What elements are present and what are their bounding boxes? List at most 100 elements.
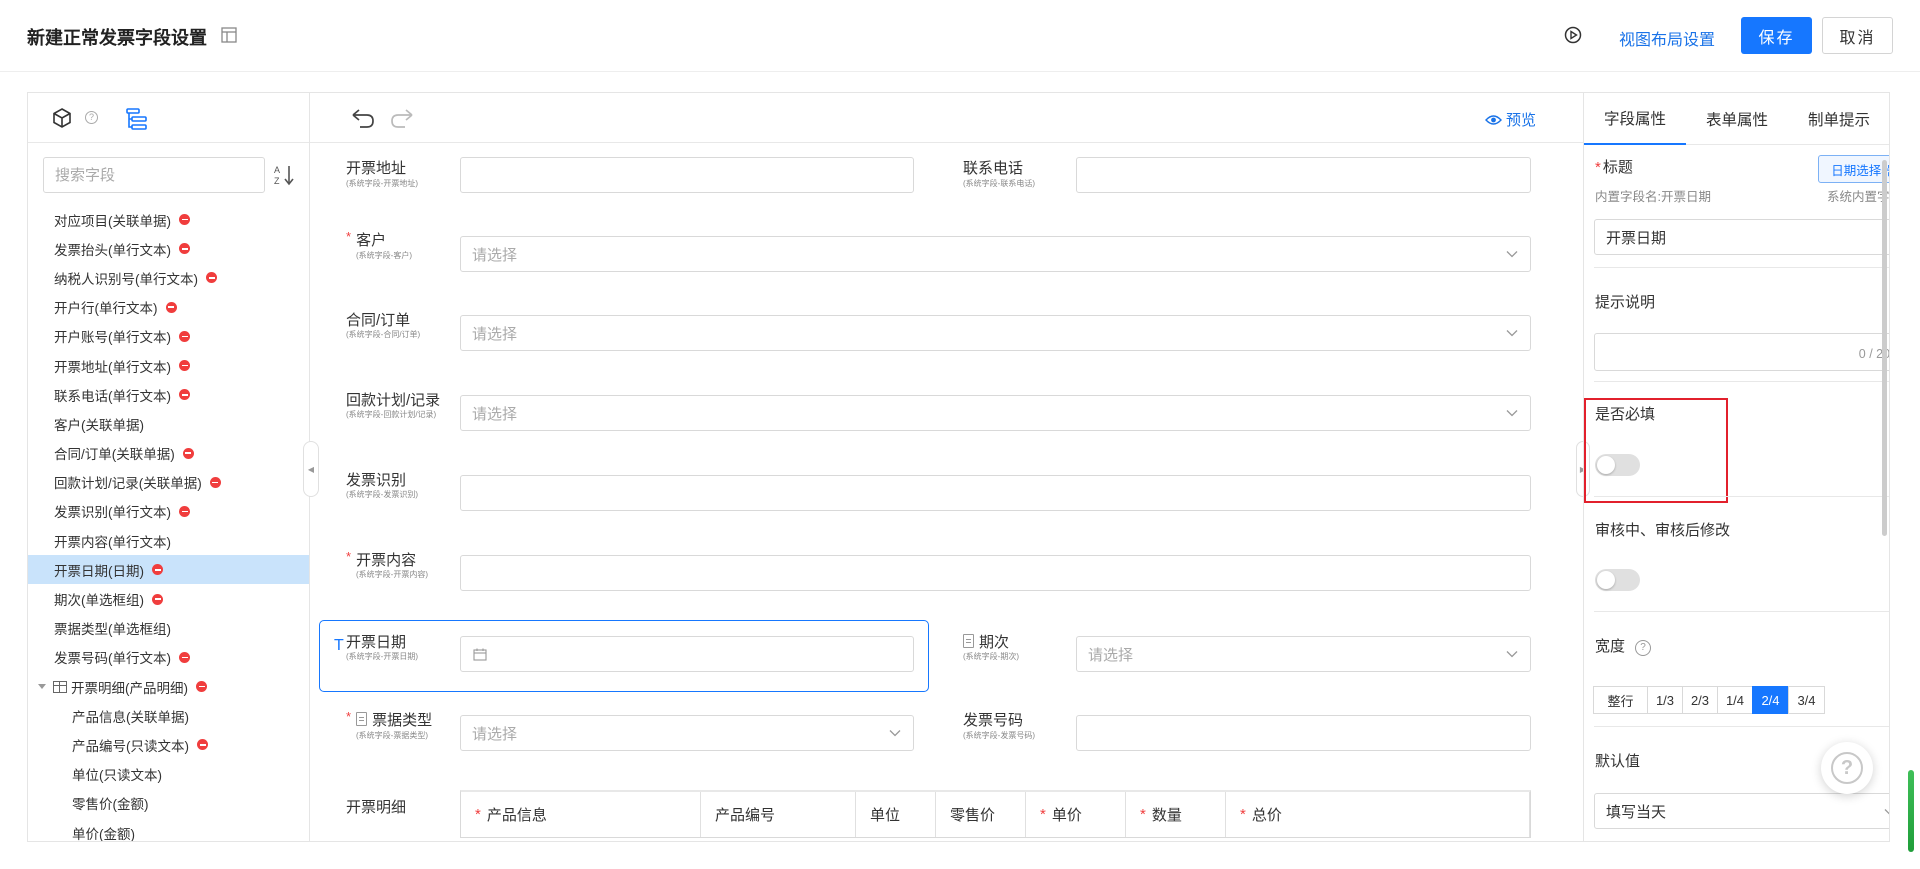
field-list-item[interactable]: 零售价(金额): [28, 789, 309, 818]
field-list-item[interactable]: 合同/订单(关联单据): [28, 439, 309, 468]
detail-column-header: 单位: [856, 792, 936, 837]
invoice-recognition-input[interactable]: [460, 475, 1531, 511]
field-list-item[interactable]: 联系电话(单行文本): [28, 380, 309, 409]
view-layout-settings-link[interactable]: 视图布局设置: [1619, 26, 1715, 50]
divider: [1594, 726, 1889, 727]
review-edit-toggle[interactable]: [1595, 569, 1640, 591]
play-circle-icon[interactable]: [1564, 26, 1582, 44]
payment-plan-sub: (系统字段-回款计划/记录): [346, 410, 437, 419]
field-search-input[interactable]: [43, 157, 265, 193]
field-list-item[interactable]: 开户行(单行文本): [28, 293, 309, 322]
width-option-button[interactable]: 2/4: [1752, 686, 1789, 714]
remove-circle-icon[interactable]: [182, 447, 194, 459]
remove-circle-icon[interactable]: [165, 301, 177, 313]
field-list-item[interactable]: 产品信息(关联单据): [28, 701, 309, 730]
remove-circle-icon[interactable]: [152, 593, 163, 605]
field-list-item[interactable]: 开票日期(日期): [28, 555, 309, 585]
field-list-item[interactable]: 发票抬头(单行文本): [28, 234, 309, 263]
required-toggle[interactable]: [1595, 454, 1640, 476]
svg-text:A: A: [274, 165, 280, 175]
remove-circle-icon[interactable]: [179, 389, 190, 401]
field-list-item-label: 发票识别(单行文本): [54, 505, 171, 521]
width-option-button[interactable]: 2/3: [1682, 686, 1718, 714]
field-list-item[interactable]: 发票号码(单行文本): [28, 643, 309, 672]
field-list-item-label: 发票号码(单行文本): [54, 651, 171, 667]
field-list-item[interactable]: 开票内容(单行文本): [28, 526, 309, 555]
layout-icon[interactable]: [221, 27, 237, 43]
cancel-button[interactable]: 取消: [1822, 17, 1893, 54]
address-sub: (系统字段-开票地址): [346, 179, 418, 188]
field-list-item[interactable]: 单价(金额): [28, 818, 309, 841]
required-label: 是否必填: [1595, 406, 1656, 423]
hint-textarea[interactable]: 0 / 200: [1594, 333, 1889, 371]
remove-circle-icon[interactable]: [179, 505, 190, 517]
remove-circle-icon[interactable]: [196, 681, 207, 693]
field-list-item[interactable]: 期次(单选框组): [28, 584, 309, 613]
chevron-down-icon: [1884, 809, 1889, 815]
remove-circle-icon[interactable]: [209, 476, 221, 488]
review-edit-label: 审核中、审核后修改: [1595, 522, 1731, 539]
remove-circle-icon[interactable]: [152, 564, 163, 576]
remove-circle-icon[interactable]: [179, 651, 190, 663]
properties-tab[interactable]: 字段属性: [1584, 93, 1686, 145]
invoice-date-input[interactable]: [460, 636, 914, 672]
bill-type-placeholder: 请选择: [472, 725, 518, 743]
field-list-item[interactable]: 纳税人识别号(单行文本): [28, 263, 309, 292]
phone-input[interactable]: [1076, 157, 1531, 193]
bill-type-select[interactable]: 请选择: [460, 715, 914, 751]
invoice-detail-table: * 产品信息 产品编号 单位 零售价 * 单价 * 数量 * 总价: [460, 790, 1531, 838]
cube-icon[interactable]: [51, 107, 73, 129]
field-list-item[interactable]: 票据类型(单选框组): [28, 614, 309, 643]
save-button[interactable]: 保存: [1741, 17, 1812, 54]
field-list-item-label: 开票地址(单行文本): [54, 359, 171, 375]
remove-circle-icon[interactable]: [179, 243, 190, 255]
invoice-content-sub: (系统字段-开票内容): [356, 570, 428, 579]
properties-scrollbar[interactable]: [1882, 160, 1887, 536]
field-list-item-label: 开票内容(单行文本): [54, 534, 171, 550]
undo-icon[interactable]: [350, 107, 376, 129]
width-option-button[interactable]: 3/4: [1788, 686, 1825, 714]
properties-tab[interactable]: 制单提示: [1788, 93, 1889, 145]
invoice-number-input[interactable]: [1076, 715, 1531, 751]
remove-circle-icon[interactable]: [206, 272, 217, 284]
date-picker-tag: 日期选择器: [1818, 155, 1889, 183]
contract-select[interactable]: 请选择: [460, 315, 1531, 351]
width-option-button[interactable]: 1/3: [1647, 686, 1683, 714]
remove-circle-icon[interactable]: [179, 214, 190, 226]
chevron-down-icon: [1506, 251, 1518, 258]
address-label: 开票地址: [346, 160, 407, 177]
field-list-item[interactable]: 发票识别(单行文本): [28, 497, 309, 526]
field-list-item[interactable]: 客户(关联单据): [28, 409, 309, 438]
period-select[interactable]: 请选择: [1076, 636, 1531, 672]
field-list-item[interactable]: 开票地址(单行文本): [28, 351, 309, 380]
field-list-item[interactable]: 单位(只读文本): [28, 760, 309, 789]
caret-down-icon[interactable]: [38, 684, 46, 690]
default-value-select[interactable]: 填写当天: [1594, 793, 1889, 829]
customer-select[interactable]: 请选择: [460, 236, 1531, 272]
floating-help-button[interactable]: ?: [1821, 742, 1873, 794]
payment-plan-select[interactable]: 请选择: [460, 395, 1531, 431]
width-option-button[interactable]: 整行: [1593, 686, 1648, 714]
form-canvas: 预览 开票地址 (系统字段-开票地址) 联系电话 (系统字段-联系电话) * 客户…: [310, 93, 1583, 841]
field-list-item[interactable]: 开户账号(单行文本): [28, 322, 309, 351]
remove-circle-icon[interactable]: [197, 739, 208, 751]
properties-tab[interactable]: 表单属性: [1686, 93, 1788, 145]
redo-icon[interactable]: [389, 107, 415, 129]
help-circle-icon[interactable]: ?: [1635, 640, 1652, 656]
field-list-item[interactable]: 开票明细(产品明细): [28, 672, 309, 701]
payment-plan-label: 回款计划/记录: [346, 392, 441, 409]
remove-circle-icon[interactable]: [179, 360, 190, 372]
address-input[interactable]: [460, 157, 914, 193]
title-input[interactable]: 开票日期: [1594, 219, 1889, 255]
field-list-item[interactable]: 对应项目(关联单据): [28, 205, 309, 234]
field-list-item[interactable]: 回款计划/记录(关联单据): [28, 468, 309, 497]
sort-az-icon[interactable]: A Z: [272, 163, 296, 187]
field-tree-icon[interactable]: [124, 106, 150, 132]
field-list-item[interactable]: 产品编号(只读文本): [28, 730, 309, 759]
preview-button[interactable]: 预览: [1485, 109, 1536, 130]
invoice-content-input[interactable]: [460, 555, 1531, 591]
width-option-button[interactable]: 1/4: [1717, 686, 1753, 714]
period-sub: (系统字段-期次): [963, 652, 1019, 661]
help-circle-icon[interactable]: ?: [85, 111, 98, 124]
remove-circle-icon[interactable]: [179, 330, 190, 342]
